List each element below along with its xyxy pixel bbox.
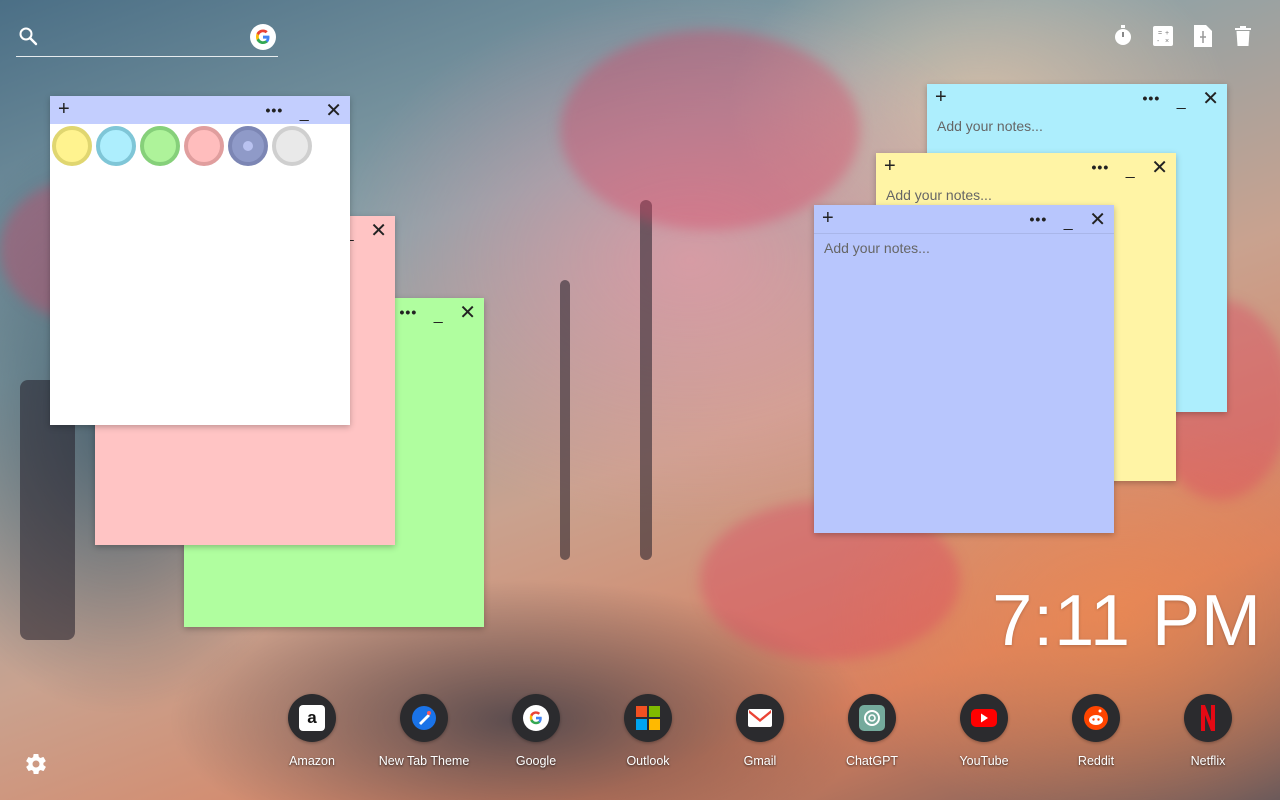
shortcut-label: Google <box>515 754 557 768</box>
selected-indicator <box>243 141 253 151</box>
clock: 7:11 PM <box>992 581 1262 661</box>
note-placeholder[interactable]: Add your notes... <box>814 234 1114 262</box>
more-options-icon[interactable]: ••• <box>266 102 284 118</box>
settings-gear-icon[interactable] <box>24 752 48 776</box>
blossom <box>560 30 860 230</box>
calculator-icon[interactable]: = + - × <box>1152 24 1174 48</box>
amazon-icon[interactable]: a <box>288 694 336 742</box>
shortcut-new-tab-theme[interactable]: New Tab Theme <box>368 694 480 768</box>
shortcut-outlook[interactable]: Outlook <box>592 694 704 768</box>
shortcut-gmail[interactable]: Gmail <box>704 694 816 768</box>
shortcut-reddit[interactable]: Reddit <box>1040 694 1152 768</box>
more-options-icon[interactable]: ••• <box>1092 159 1110 175</box>
close-button[interactable]: ✕ <box>370 218 387 243</box>
color-swatch-yellow[interactable] <box>52 126 92 166</box>
color-swatch-grey[interactable] <box>272 126 312 166</box>
shortcut-amazon[interactable]: a Amazon <box>256 694 368 768</box>
close-button[interactable]: ✕ <box>325 98 342 123</box>
tree-trunk <box>640 200 652 560</box>
sticky-note-white[interactable]: + ••• _ ✕ <box>50 96 350 425</box>
close-button[interactable]: ✕ <box>1089 207 1106 232</box>
close-button[interactable]: ✕ <box>1151 155 1168 180</box>
google-search-icon[interactable] <box>250 24 276 50</box>
timer-icon[interactable] <box>1112 24 1134 48</box>
shortcut-label: ChatGPT <box>845 754 899 768</box>
note-header[interactable]: + ••• _ ✕ <box>927 84 1227 112</box>
close-button[interactable]: ✕ <box>459 300 476 325</box>
more-options-icon[interactable]: ••• <box>400 304 418 320</box>
close-button[interactable]: ✕ <box>1202 86 1219 111</box>
shortcut-youtube[interactable]: YouTube <box>928 694 1040 768</box>
shortcut-dock: a Amazon New Tab Theme Google Outlook Gm… <box>256 694 1264 768</box>
color-swatch-green[interactable] <box>140 126 180 166</box>
shortcut-label: Netflix <box>1190 754 1226 768</box>
more-options-icon[interactable]: ••• <box>1030 211 1048 227</box>
top-toolbar: = + - × <box>1112 24 1254 48</box>
shortcut-label: YouTube <box>959 754 1009 768</box>
svg-text:+: + <box>1165 30 1169 37</box>
note-header[interactable]: + ••• _ ✕ <box>814 205 1114 234</box>
outlook-icon[interactable] <box>624 694 672 742</box>
sticky-note-icon[interactable] <box>1192 24 1214 48</box>
minimize-button[interactable]: _ <box>297 105 311 123</box>
netflix-icon[interactable] <box>1184 694 1232 742</box>
tree-trunk <box>560 280 570 560</box>
gmail-icon[interactable] <box>736 694 784 742</box>
color-swatch-pink[interactable] <box>184 126 224 166</box>
color-swatch-blue[interactable] <box>228 126 268 166</box>
add-note-button[interactable]: + <box>58 99 70 119</box>
more-options-icon[interactable]: ••• <box>1143 90 1161 106</box>
sticky-note-blue[interactable]: + ••• _ ✕ Add your notes... <box>814 205 1114 533</box>
reddit-icon[interactable] <box>1072 694 1120 742</box>
color-picker <box>50 124 350 166</box>
google-icon[interactable] <box>512 694 560 742</box>
add-note-button[interactable]: + <box>935 87 947 107</box>
minimize-button[interactable]: _ <box>431 307 445 325</box>
shortcut-label: Reddit <box>1077 754 1115 768</box>
minimize-button[interactable]: _ <box>1174 93 1188 111</box>
minimize-button[interactable]: _ <box>1123 162 1137 180</box>
shortcut-google[interactable]: Google <box>480 694 592 768</box>
shortcut-label: Outlook <box>626 754 670 768</box>
search-icon[interactable] <box>18 26 38 46</box>
shortcut-chatgpt[interactable]: ChatGPT <box>816 694 928 768</box>
youtube-icon[interactable] <box>960 694 1008 742</box>
color-swatch-cyan[interactable] <box>96 126 136 166</box>
shortcut-label: Amazon <box>289 754 335 768</box>
shortcut-netflix[interactable]: Netflix <box>1152 694 1264 768</box>
minimize-button[interactable]: _ <box>1061 214 1075 232</box>
shortcut-label: New Tab Theme <box>378 754 470 768</box>
new-tab-theme-icon[interactable] <box>400 694 448 742</box>
shortcut-label: Gmail <box>743 754 777 768</box>
note-header[interactable]: + ••• _ ✕ <box>50 96 350 124</box>
note-placeholder[interactable]: Add your notes... <box>927 112 1227 140</box>
add-note-button[interactable]: + <box>822 208 834 228</box>
chatgpt-icon[interactable] <box>848 694 896 742</box>
svg-text:=: = <box>1158 30 1162 37</box>
trash-icon[interactable] <box>1232 24 1254 48</box>
note-header[interactable]: + ••• _ ✕ <box>876 153 1176 181</box>
add-note-button[interactable]: + <box>884 156 896 176</box>
svg-text:×: × <box>1165 38 1169 45</box>
search-bar[interactable] <box>16 22 278 57</box>
